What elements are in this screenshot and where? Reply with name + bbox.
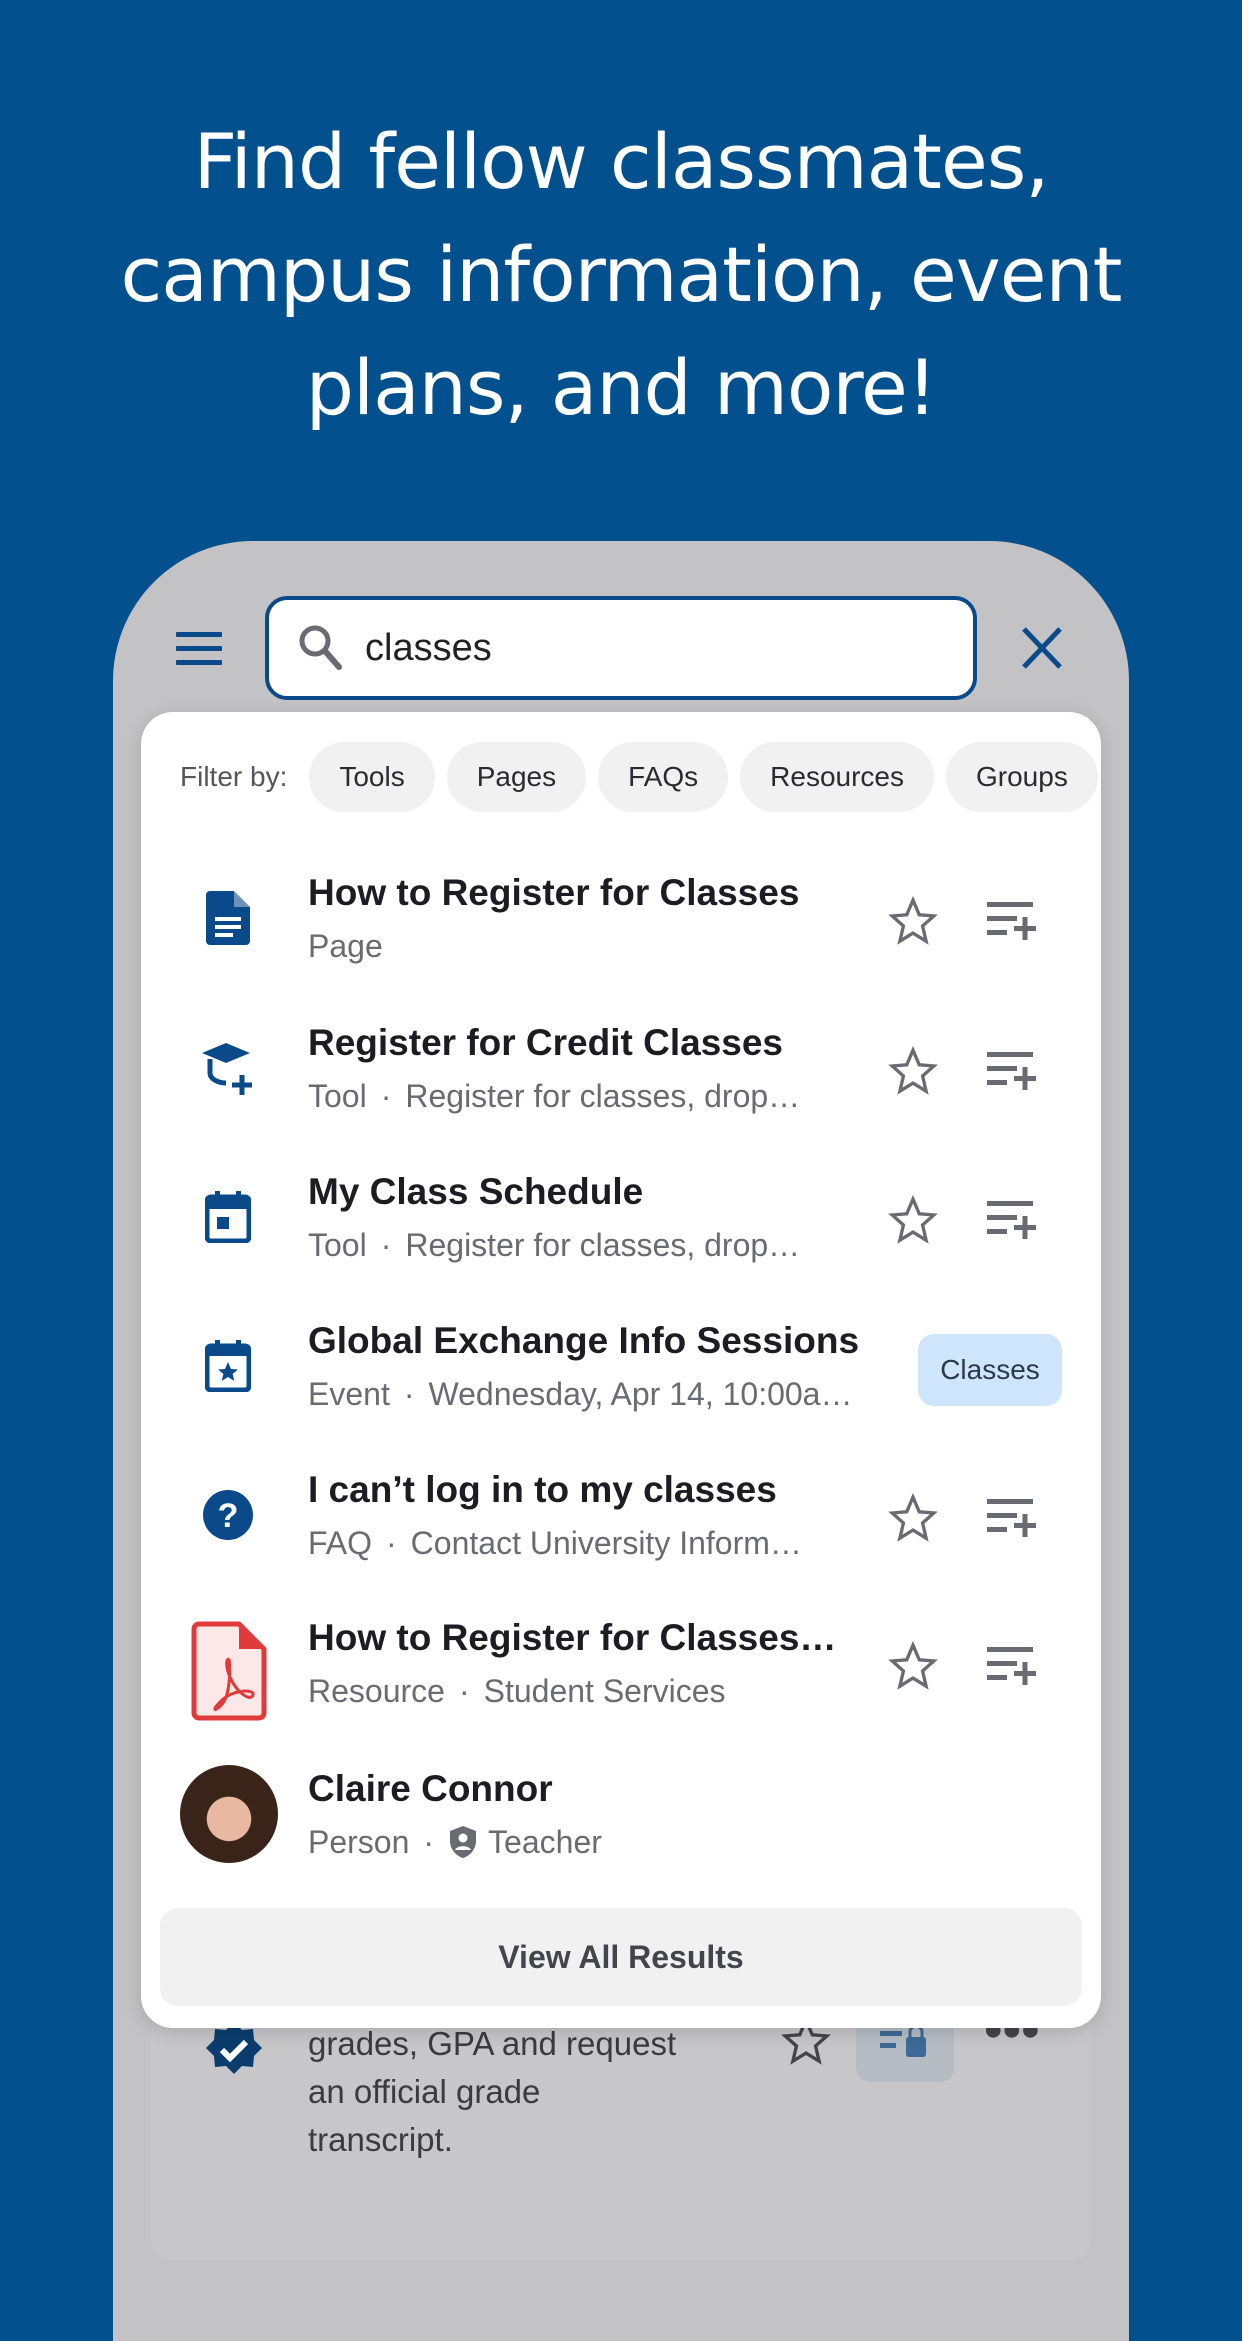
- add-to-list-icon[interactable]: [987, 1643, 1037, 1687]
- view-all-results-button[interactable]: View All Results: [160, 1908, 1082, 2006]
- help-circle-icon: ?: [198, 1485, 258, 1545]
- calendar-star-icon: [198, 1336, 258, 1396]
- result-type: FAQ: [308, 1525, 373, 1561]
- result-type: Page: [308, 928, 383, 964]
- result-row[interactable]: Global Exchange Info Sessions Event · Wedn…: [141, 1296, 1101, 1436]
- search-icon: [299, 625, 342, 670]
- result-title: How to Register for Classes…: [308, 1617, 837, 1658]
- filter-label: Filter by:: [180, 761, 288, 792]
- star-icon[interactable]: [888, 1046, 938, 1096]
- filter-chip-faqs[interactable]: FAQs: [598, 742, 729, 812]
- star-icon[interactable]: [888, 1641, 938, 1691]
- result-subtitle: Resource · Student Services: [308, 1673, 726, 1709]
- pdf-icon: [189, 1621, 269, 1721]
- result-row[interactable]: How to Register for Classes… Resource · St…: [141, 1593, 1101, 1733]
- headline-line: plans, and more!: [305, 343, 937, 432]
- star-icon[interactable]: [888, 1195, 938, 1245]
- result-subtitle: Event · Wednesday, Apr 14, 10:00a…: [308, 1376, 853, 1412]
- add-to-list-icon[interactable]: [987, 1048, 1037, 1092]
- headline-line: campus information, event: [120, 230, 1123, 319]
- result-detail: Register for classes, drop…: [405, 1078, 801, 1114]
- result-row[interactable]: How to Register for Classes Page: [141, 848, 1101, 988]
- result-subtitle: FAQ · Contact University Inform…: [308, 1525, 802, 1561]
- filter-chip-tools[interactable]: Tools: [309, 742, 435, 812]
- card-text: an official grade: [308, 2073, 541, 2110]
- result-type: Tool: [308, 1227, 367, 1263]
- graduation-cap-add-icon: [198, 1038, 258, 1098]
- list-lock-icon: [880, 2024, 926, 2057]
- headline: Find fellow classmates, campus informati…: [0, 105, 1242, 444]
- menu-icon[interactable]: [176, 632, 222, 666]
- result-title: Global Exchange Info Sessions: [308, 1320, 860, 1361]
- result-row[interactable]: Register for Credit Classes Tool · Registe…: [141, 998, 1101, 1138]
- verified-badge-icon: [206, 2022, 262, 2074]
- filter-chip-pages[interactable]: Pages: [446, 742, 587, 812]
- result-detail: Contact University Inform…: [410, 1525, 802, 1561]
- filter-chip-resources[interactable]: Resources: [740, 742, 934, 812]
- result-detail: Student Services: [483, 1673, 726, 1709]
- svg-text:?: ?: [218, 1497, 239, 1535]
- close-icon[interactable]: [1020, 625, 1064, 671]
- result-subtitle: Person · Teacher: [308, 1824, 602, 1860]
- card-text: transcript.: [308, 2121, 453, 2158]
- result-title: My Class Schedule: [308, 1171, 644, 1212]
- add-to-list-icon[interactable]: [987, 898, 1037, 942]
- result-detail: Register for classes, drop…: [405, 1227, 801, 1263]
- result-title: Register for Credit Classes: [308, 1022, 784, 1063]
- search-input[interactable]: classes: [265, 596, 977, 700]
- result-detail: Teacher: [488, 1824, 602, 1860]
- result-detail: Wednesday, Apr 14, 10:00a…: [428, 1376, 853, 1412]
- result-subtitle: Tool · Register for classes, drop…: [308, 1227, 801, 1263]
- calendar-icon: [198, 1187, 258, 1247]
- result-subtitle: Tool · Register for classes, drop…: [308, 1078, 801, 1114]
- search-results-dropdown: Filter by: Tools Pages FAQs Resources Gr…: [141, 712, 1101, 2028]
- result-title: How to Register for Classes: [308, 872, 800, 913]
- search-query: classes: [365, 626, 492, 669]
- add-to-list-icon[interactable]: [987, 1197, 1037, 1241]
- shield-person-icon: [450, 1826, 477, 1858]
- result-type: Person: [308, 1824, 410, 1860]
- category-tag[interactable]: Classes: [918, 1334, 1062, 1406]
- result-row[interactable]: ? I can’t log in to my classes FAQ · Conta…: [141, 1445, 1101, 1585]
- result-subtitle: Page: [308, 928, 383, 965]
- result-title: I can’t log in to my classes: [308, 1469, 777, 1510]
- result-type: Resource: [308, 1673, 445, 1709]
- result-row[interactable]: Claire Connor Person · Teacher: [141, 1744, 1101, 1884]
- result-title: Claire Connor: [308, 1768, 553, 1809]
- avatar: [180, 1765, 278, 1863]
- headline-line: Find fellow classmates,: [193, 117, 1049, 206]
- document-icon: [198, 888, 258, 948]
- filter-chip-groups[interactable]: Groups: [946, 742, 1098, 812]
- result-type: Event: [308, 1376, 390, 1412]
- star-icon[interactable]: [888, 896, 938, 946]
- result-type: Tool: [308, 1078, 367, 1114]
- filter-bar: Filter by: Tools Pages FAQs Resources Gr…: [141, 742, 1101, 812]
- add-to-list-icon[interactable]: [987, 1495, 1037, 1539]
- result-row[interactable]: My Class Schedule Tool · Register for clas…: [141, 1147, 1101, 1287]
- star-icon[interactable]: [888, 1493, 938, 1543]
